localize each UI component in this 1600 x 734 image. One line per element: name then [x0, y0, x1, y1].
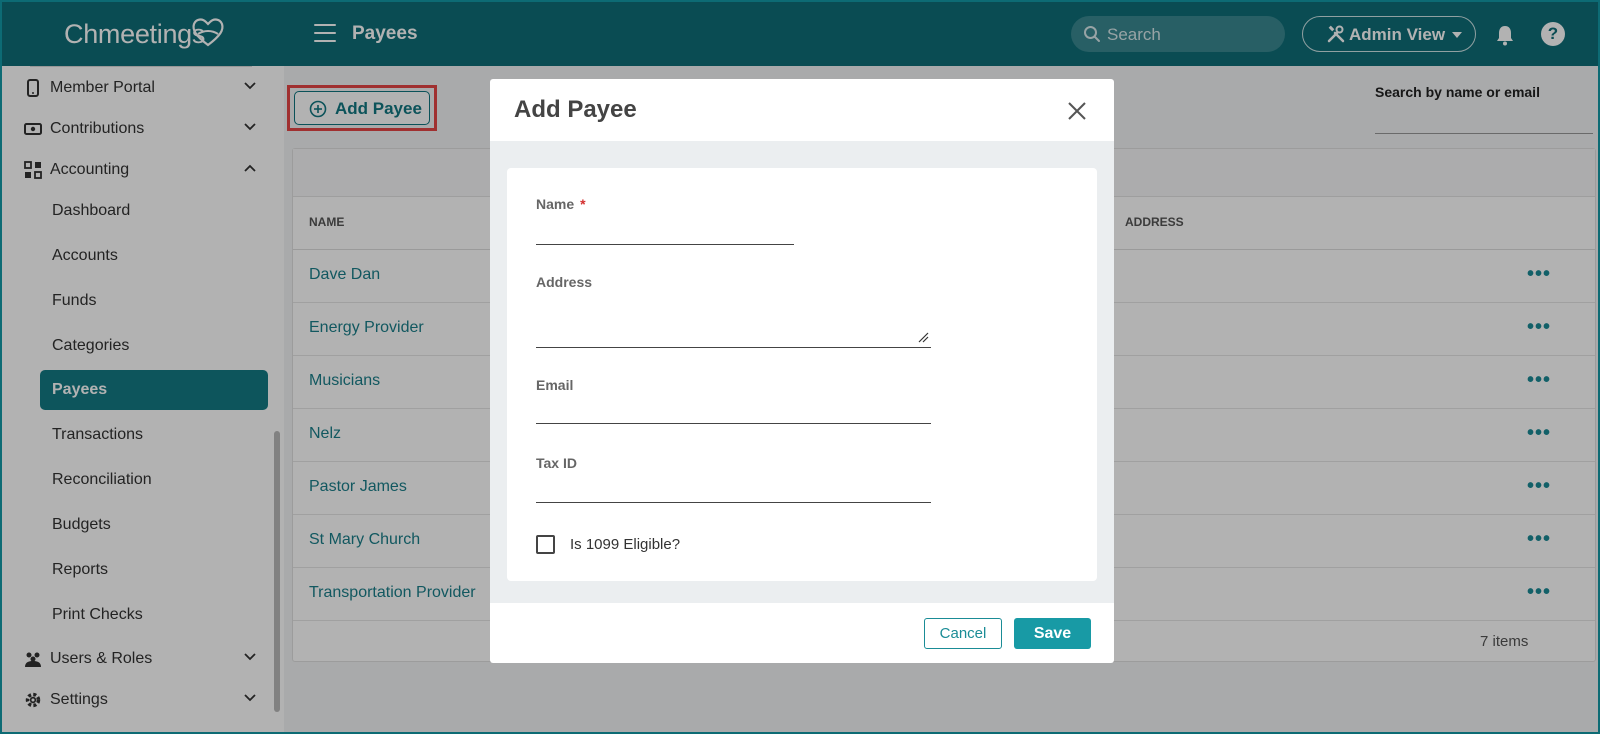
address-field-label: Address — [536, 274, 593, 290]
dialog-title: Add Payee — [514, 96, 637, 123]
save-button[interactable]: Save — [1014, 618, 1091, 649]
address-field[interactable] — [536, 306, 931, 348]
tax-id-field-label: Tax ID — [536, 455, 577, 471]
resize-grip-icon[interactable] — [917, 331, 929, 343]
cancel-button[interactable]: Cancel — [924, 618, 1002, 649]
eligible-1099-label[interactable]: Is 1099 Eligible? — [570, 536, 680, 553]
name-label-text: Name — [536, 196, 575, 212]
name-field-label: Name * — [536, 196, 586, 212]
email-field[interactable] — [536, 398, 931, 424]
email-field-label: Email — [536, 377, 574, 393]
eligible-1099-checkbox[interactable] — [536, 535, 555, 554]
name-field[interactable] — [536, 219, 794, 245]
dialog-body: Name * Address Email Tax ID Is 1099 Eligi… — [490, 141, 1114, 603]
tax-id-field[interactable] — [536, 477, 931, 503]
payee-form: Name * Address Email Tax ID Is 1099 Eligi… — [507, 168, 1097, 581]
app-frame: Chmeetings Payees Search Admin View ? Me… — [0, 0, 1600, 734]
add-payee-dialog: Add Payee Name * Address Email Tax ID Is… — [490, 79, 1114, 663]
close-icon[interactable] — [1067, 101, 1087, 121]
required-mark: * — [580, 196, 586, 212]
